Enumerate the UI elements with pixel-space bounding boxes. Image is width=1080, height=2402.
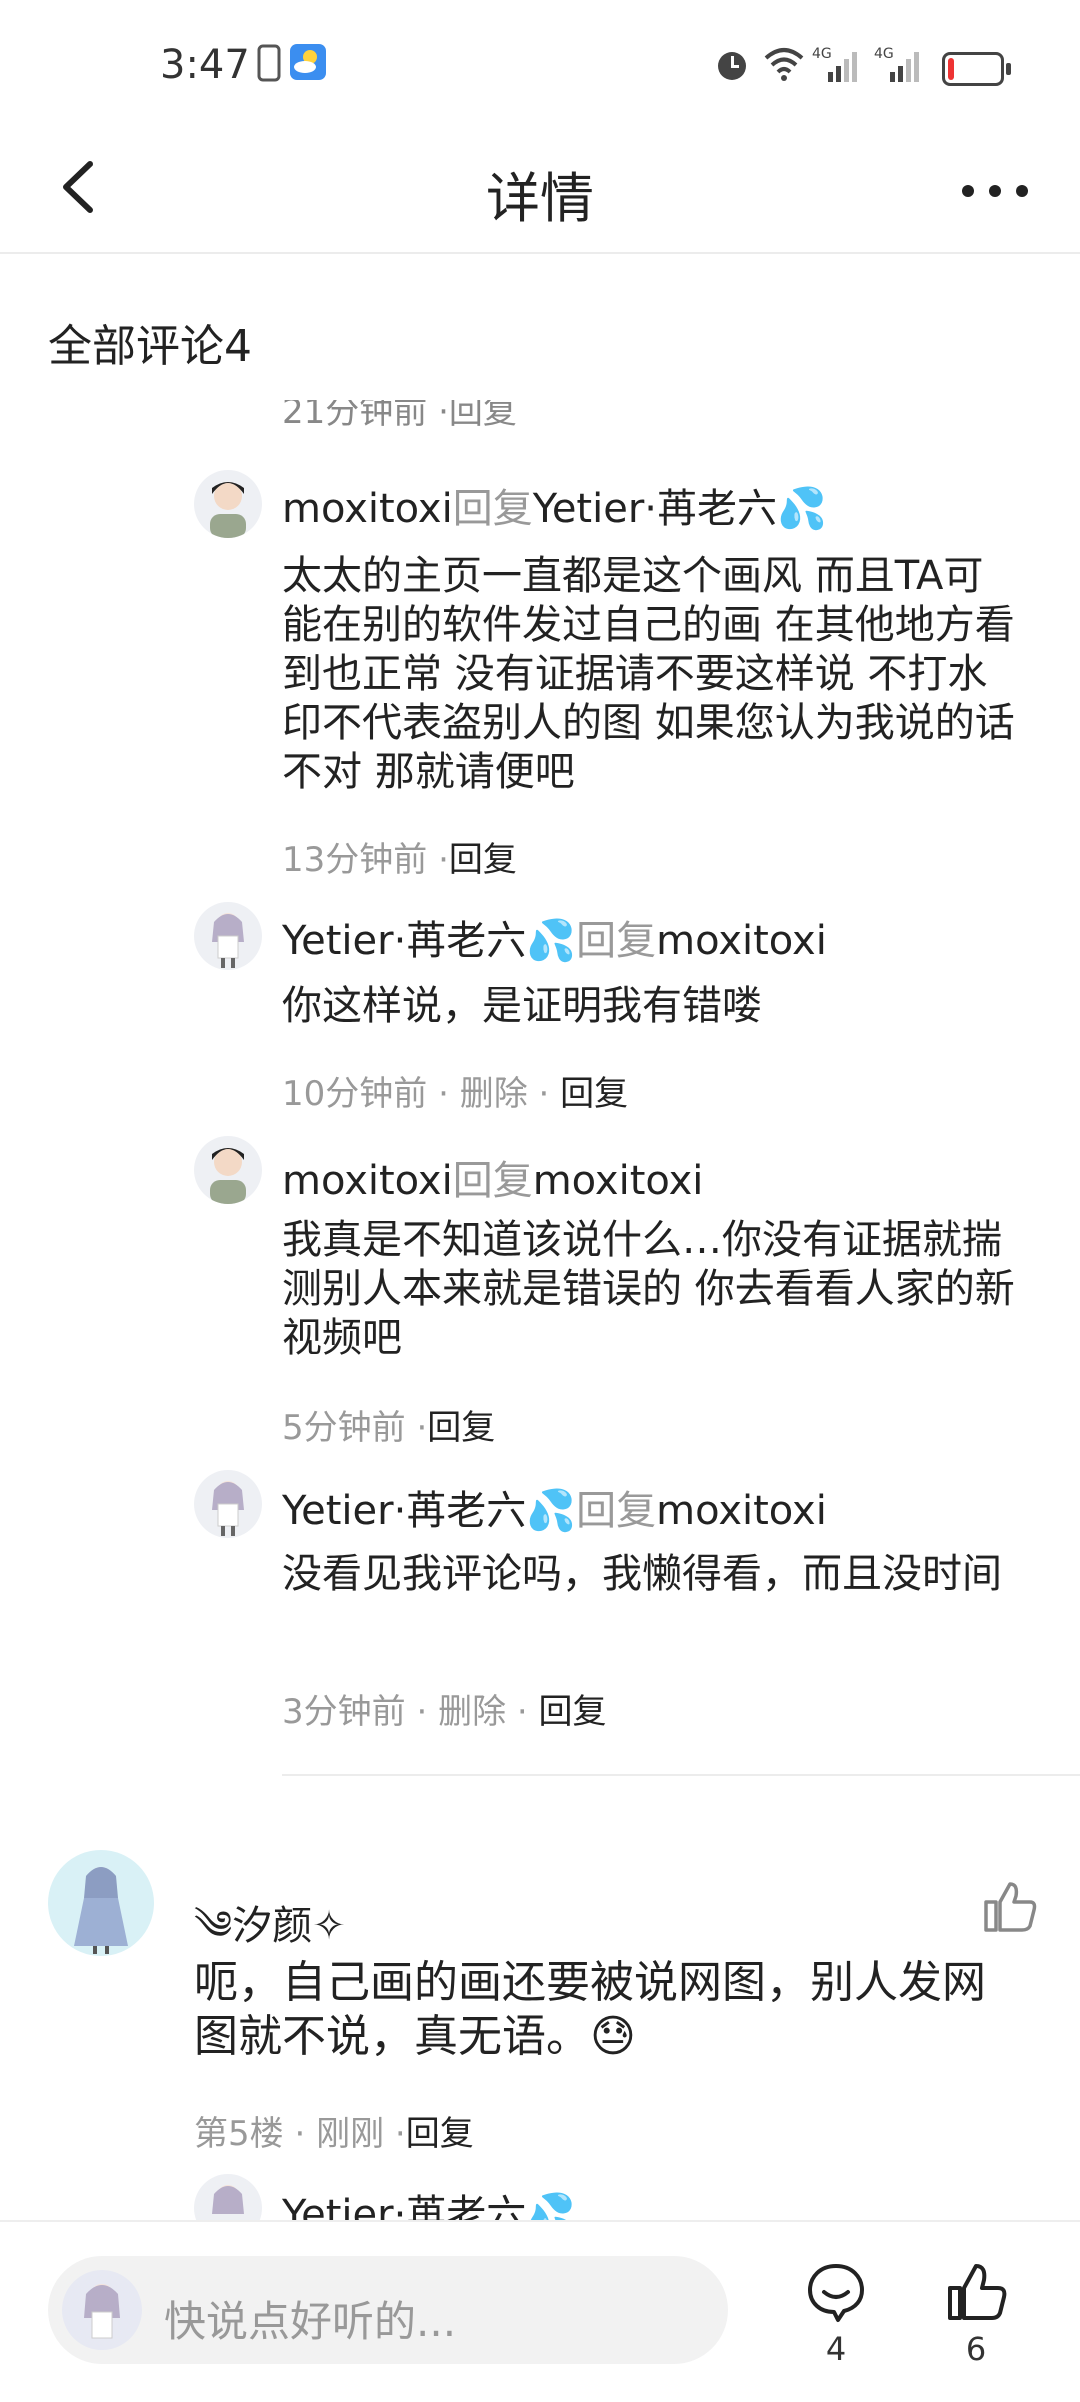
avatar[interactable] bbox=[48, 1850, 154, 1956]
weather-icon bbox=[290, 44, 326, 80]
phone-icon bbox=[257, 44, 281, 82]
reply-button[interactable]: 回复 bbox=[406, 2114, 474, 2154]
wifi-icon bbox=[764, 48, 804, 81]
page-title: 详情 bbox=[486, 167, 594, 230]
more-dots-icon[interactable] bbox=[950, 166, 1040, 216]
like-count: 6 bbox=[965, 2330, 987, 2368]
reply-author[interactable]: Yetier·苒老六💦 bbox=[282, 2182, 576, 2220]
reply-button[interactable]: 回复 bbox=[539, 1692, 607, 1732]
like-thumb-icon[interactable] bbox=[980, 1876, 1040, 1936]
bottom-bar: 快说点好听的... 4 6 bbox=[0, 2220, 1080, 2402]
section-title: 全部评论4 bbox=[48, 321, 252, 372]
avatar bbox=[62, 2270, 142, 2350]
delete-button[interactable]: 删除 bbox=[438, 1692, 506, 1732]
avatar[interactable] bbox=[194, 902, 262, 970]
clipped-nested-reply: Yetier·苒老六💦 bbox=[0, 2174, 1080, 2220]
reply-meta: 10分钟前 · 删除 · 回复 bbox=[282, 1074, 629, 1114]
reply-meta: 5分钟前 ·回复 bbox=[282, 1408, 496, 1448]
reply-text: 没看见我评论吗，我懒得看，而且没时间 bbox=[282, 1551, 1002, 1597]
battery-icon bbox=[942, 52, 1011, 86]
avatar[interactable] bbox=[194, 470, 262, 538]
header-bar: 详情 bbox=[0, 130, 1080, 254]
divider bbox=[282, 1774, 1080, 1776]
signal-icon-2 bbox=[890, 52, 919, 82]
avatar[interactable] bbox=[194, 1470, 262, 1538]
reply-text: 我真是不知道该说什么…你没有证据就揣测别人本来就是错误的 你去看看人家的新视频吧 bbox=[282, 1217, 1015, 1361]
comment-meta: 第5楼 · 刚刚 ·回复 bbox=[194, 2114, 474, 2154]
reply-meta: 3分钟前 · 删除 · 回复 bbox=[282, 1692, 607, 1732]
delete-button[interactable]: 删除 bbox=[460, 1074, 528, 1114]
comment-bubble-icon[interactable] bbox=[804, 2260, 868, 2324]
comment-input[interactable]: 快说点好听的... bbox=[48, 2256, 728, 2364]
reply-author[interactable]: Yetier·苒老六💦回复moxitoxi bbox=[282, 1478, 827, 1536]
reply-button[interactable]: 回复 bbox=[427, 1408, 495, 1448]
reply-author[interactable]: moxitoxi回复moxitoxi bbox=[282, 1148, 703, 1206]
alarm-icon bbox=[718, 52, 746, 80]
reply-text: 太太的主页一直都是这个画风 而且TA可能在别的软件发过自己的画 在其他地方看到也… bbox=[282, 553, 1015, 795]
avatar[interactable] bbox=[194, 1136, 262, 1204]
signal-icon bbox=[828, 52, 857, 82]
reply-button[interactable]: 回复 bbox=[560, 1074, 628, 1114]
reply-author[interactable]: Yetier·苒老六💦回复moxitoxi bbox=[282, 908, 827, 966]
comment-text: 呃，自己画的画还要被说网图，别人发网图就不说，真无语。😓 bbox=[194, 1957, 986, 2062]
reply-author[interactable]: moxitoxi回复Yetier·苒老六💦 bbox=[282, 476, 827, 534]
reply-meta: 13分钟前 ·回复 bbox=[282, 840, 517, 880]
status-time: 3:47 bbox=[160, 42, 250, 88]
reply-button[interactable]: 回复 bbox=[449, 840, 517, 880]
avatar[interactable] bbox=[194, 2174, 262, 2220]
reply-text: 你这样说，是证明我有错喽 bbox=[282, 983, 762, 1029]
status-bar: 3:47 4G 4G bbox=[0, 0, 1080, 130]
like-thumb-icon[interactable] bbox=[944, 2260, 1008, 2324]
comment-count: 4 bbox=[825, 2330, 847, 2368]
clipped-reply-meta: 21分钟前 ·回复 bbox=[282, 400, 517, 432]
input-placeholder: 快说点好听的... bbox=[164, 2297, 457, 2346]
